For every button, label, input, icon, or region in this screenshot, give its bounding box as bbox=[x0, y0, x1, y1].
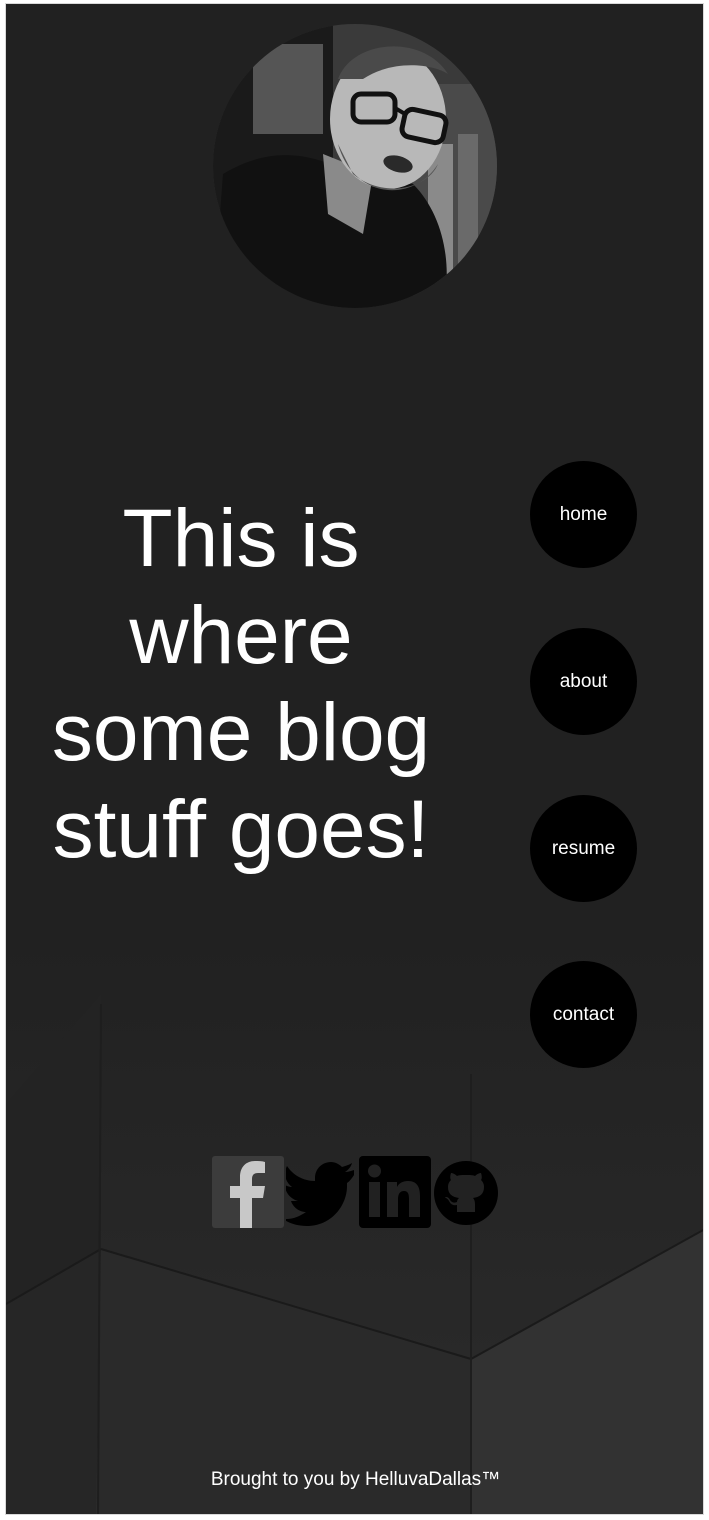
profile-avatar bbox=[213, 24, 497, 308]
nav-home-button[interactable]: home bbox=[530, 461, 637, 568]
linkedin-link[interactable] bbox=[359, 1156, 431, 1233]
github-link[interactable] bbox=[433, 1160, 499, 1231]
page-frame: This is where some blog stuff goes! home… bbox=[5, 3, 704, 1515]
profile-photo bbox=[213, 24, 497, 308]
github-icon bbox=[434, 1161, 498, 1225]
facebook-link[interactable] bbox=[212, 1156, 284, 1233]
nav-resume-button[interactable]: resume bbox=[530, 795, 637, 902]
linkedin-icon bbox=[359, 1156, 431, 1228]
twitter-link[interactable] bbox=[283, 1156, 356, 1233]
blog-headline: This is where some blog stuff goes! bbox=[51, 493, 431, 875]
facebook-icon bbox=[212, 1156, 284, 1228]
nav-about-button[interactable]: about bbox=[530, 628, 637, 735]
footer-credit: Brought to you by HelluvaDallas™ bbox=[210, 1469, 501, 1490]
social-links bbox=[212, 1156, 502, 1228]
twitter-icon bbox=[283, 1162, 354, 1226]
nav-contact-button[interactable]: contact bbox=[530, 961, 637, 1068]
